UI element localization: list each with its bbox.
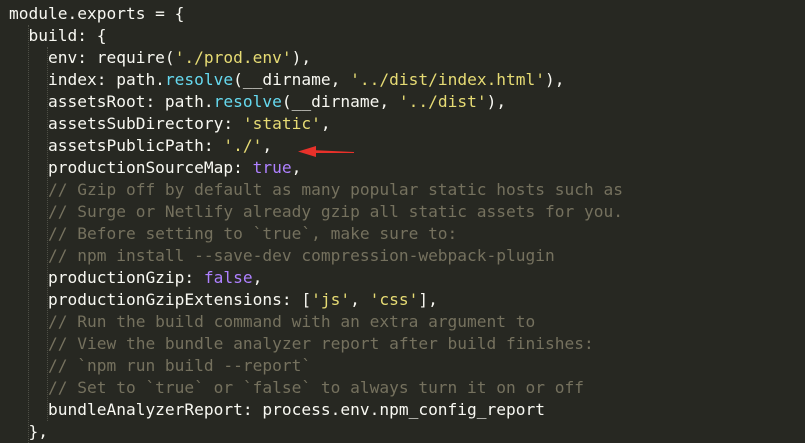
code-token: ),	[486, 92, 507, 111]
code-token: // Surge or Netlify already gzip all sta…	[9, 202, 623, 221]
code-token: // Before setting to `true`, make sure t…	[9, 224, 458, 243]
code-token: 'css'	[369, 290, 419, 309]
code-token: // Run the build command with an extra a…	[9, 312, 536, 331]
code-token: // View the bundle analyzer report after…	[9, 334, 594, 353]
code-line: // Run the build command with an extra a…	[9, 311, 535, 333]
code-token: false	[203, 268, 253, 287]
code-line: assetsPublicPath: './',	[9, 135, 272, 157]
code-line: build: {	[9, 25, 106, 47]
code-token: // Set to `true` or `false` to always tu…	[9, 378, 584, 397]
code-line: env: require('./prod.env'),	[9, 47, 311, 69]
code-token: '../dist/index.html'	[350, 70, 546, 89]
code-token: ],	[418, 290, 438, 309]
code-token: assetsRoot: path.	[9, 92, 214, 111]
code-token: },	[9, 422, 48, 441]
code-token: (__dirname,	[233, 70, 351, 89]
code-line: // npm install --save-dev compression-we…	[9, 245, 555, 267]
code-token: 'static'	[242, 114, 321, 133]
code-line: index: path.resolve(__dirname, '../dist/…	[9, 69, 565, 91]
code-line: // Gzip off by default as many popular s…	[9, 179, 623, 201]
code-token: index: path.	[9, 70, 165, 89]
code-token: // Gzip off by default as many popular s…	[9, 180, 623, 199]
code-line: // Surge or Netlify already gzip all sta…	[9, 201, 623, 223]
code-token: // npm install --save-dev compression-we…	[9, 246, 555, 265]
code-token: productionGzipExtensions: [	[9, 290, 312, 309]
code-line: },	[9, 421, 48, 443]
code-token: true	[252, 158, 292, 177]
code-line: // View the bundle analyzer report after…	[9, 333, 594, 355]
code-token: // `npm run build --report`	[9, 356, 312, 375]
code-token: ),	[545, 70, 565, 89]
code-line: productionGzipExtensions: ['js', 'css'],	[9, 289, 438, 311]
code-editor[interactable]: module.exports = { build: { env: require…	[0, 0, 805, 443]
code-token: './prod.env'	[174, 48, 292, 67]
code-token: resolve	[213, 92, 282, 111]
code-token: build: {	[9, 26, 107, 45]
code-token: ,	[320, 114, 331, 133]
code-line: // `npm run build --report`	[9, 355, 311, 377]
code-token: bundleAnalyzerReport: process.env.npm_co…	[9, 400, 546, 419]
code-line: // Before setting to `true`, make sure t…	[9, 223, 457, 245]
red-arrow-icon	[298, 146, 354, 157]
code-token: assetsSubDirectory:	[9, 114, 243, 133]
code-line: productionGzip: false,	[9, 267, 262, 289]
code-token: module.exports = {	[9, 4, 185, 23]
code-line: assetsSubDirectory: 'static',	[9, 113, 331, 135]
code-token: 'js'	[311, 290, 351, 309]
code-line: productionSourceMap: true,	[9, 157, 301, 179]
code-token: productionSourceMap:	[9, 158, 253, 177]
code-token: env: require(	[9, 48, 175, 67]
code-token: '../dist'	[398, 92, 487, 111]
code-token: './'	[223, 136, 263, 155]
code-line: module.exports = {	[9, 3, 184, 25]
code-token: resolve	[164, 70, 234, 89]
code-token: ,	[350, 290, 370, 309]
code-token: ),	[291, 48, 312, 67]
code-token: assetsPublicPath:	[9, 136, 224, 155]
code-token: ,	[262, 136, 273, 155]
code-token: productionGzip:	[9, 268, 204, 287]
code-token: ,	[252, 268, 263, 287]
code-line: // Set to `true` or `false` to always tu…	[9, 377, 584, 399]
code-line: assetsRoot: path.resolve(__dirname, '../…	[9, 91, 506, 113]
code-token: (__dirname,	[281, 92, 399, 111]
code-line: bundleAnalyzerReport: process.env.npm_co…	[9, 399, 545, 421]
